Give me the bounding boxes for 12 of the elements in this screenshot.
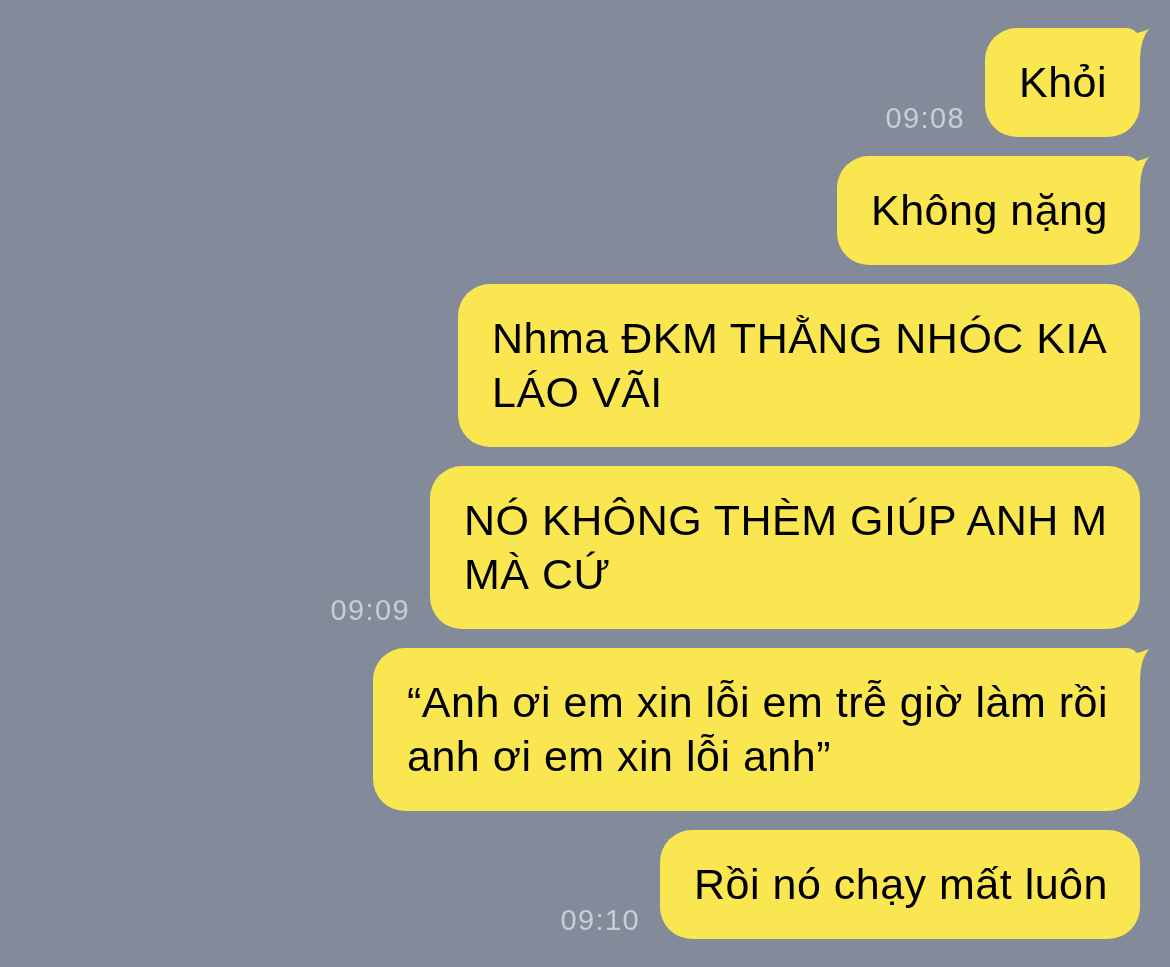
bubble-tail-icon — [1130, 648, 1149, 678]
timestamp: 09:09 — [330, 596, 410, 625]
message-bubble: Không nặng — [837, 156, 1140, 265]
bubble-tail-icon — [1130, 156, 1149, 186]
message-bubble: Khỏi — [985, 28, 1140, 137]
message-bubble: “Anh ơi em xin lỗi em trễ giờ làm rồi anh ơi em xin lỗi anh” — [373, 648, 1140, 811]
message-bubble: Nhma ĐKM THẰNG NHÓC KIA LÁO VÃI — [458, 284, 1140, 447]
timestamp: 09:10 — [560, 906, 640, 935]
message-bubble: NÓ KHÔNG THÈM GIÚP ANH M MÀ CỨ — [430, 466, 1140, 629]
message-bubble: Rồi nó chạy mất luôn — [660, 830, 1140, 939]
timestamp: 09:08 — [885, 104, 965, 133]
bubble-tail-icon — [1130, 28, 1149, 58]
